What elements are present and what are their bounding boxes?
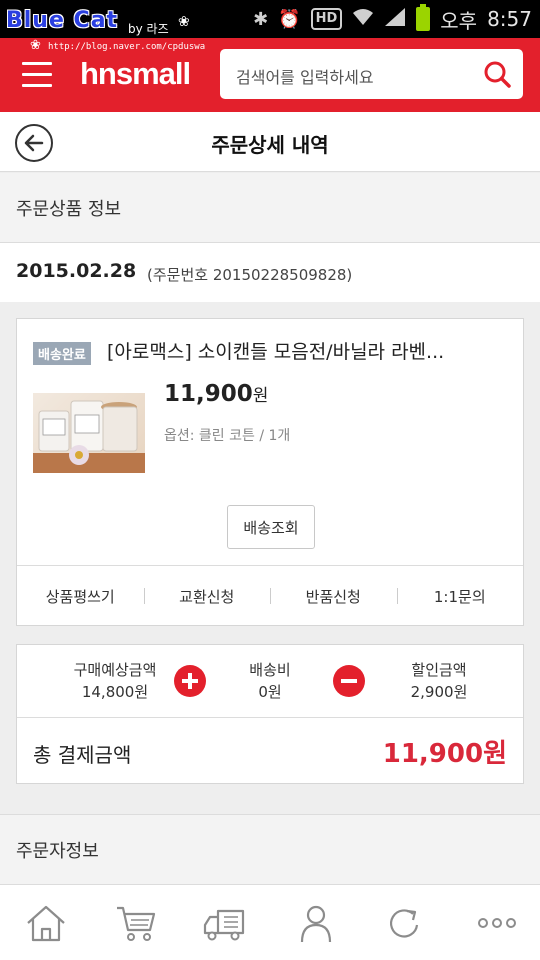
search-icon[interactable] — [483, 60, 511, 88]
product-section-label: 주문상품 정보 — [16, 199, 122, 220]
summary-breakdown: 구매예상금액 14,800원 배송비 0원 할인금액 2,900원 — [17, 645, 523, 718]
order-item-card: 배송완료 [아로맥스] 소이캔들 모음전/바닐라 라벤... 11,900원 옵… — [16, 318, 524, 626]
product-name[interactable]: [아로맥스] 소이캔들 모음전/바닐라 라벤... — [107, 337, 517, 364]
orderer-section-header[interactable]: 주문자정보 — [0, 814, 540, 884]
item-actions: 상품평쓰기 교환신청 반품신청 1:1문의 — [17, 565, 523, 626]
payment-summary: 구매예상금액 14,800원 배송비 0원 할인금액 2,900원 총 결제금액… — [16, 644, 524, 784]
price-value: 11,900 — [164, 381, 253, 407]
order-info-row: 2015.02.28 (주문번호 20150228509828) — [0, 242, 540, 302]
price-unit: 원 — [252, 386, 269, 406]
search-placeholder: 검색어를 입력하세요 — [236, 68, 374, 87]
plus-icon — [174, 665, 206, 697]
person-icon[interactable] — [294, 903, 338, 943]
expected-amount-label: 구매예상금액 — [73, 661, 157, 679]
refresh-icon[interactable] — [383, 903, 427, 943]
watermark-title: Blue Cat — [6, 8, 119, 33]
discount-amount-label: 할인금액 — [411, 661, 467, 679]
brand-logo[interactable]: hnsmall — [80, 56, 191, 92]
product-price: 11,900원 — [164, 381, 268, 407]
product-section-header: 주문상품 정보 — [0, 173, 540, 242]
clock-time: 8:57 — [487, 7, 532, 31]
total-label: 총 결제금액 — [33, 743, 132, 767]
cart-icon[interactable] — [114, 903, 158, 943]
status-icons: ✱ ⏰ HD 오후 8:57 — [253, 0, 532, 38]
write-review-button[interactable]: 상품평쓰기 — [17, 586, 144, 607]
menu-button[interactable] — [22, 62, 52, 88]
product-image[interactable] — [33, 393, 145, 473]
clock-ampm: 오후 — [440, 8, 478, 33]
discount-amount-value: 2,900원 — [410, 683, 468, 701]
status-bar: Blue Cat by 라즈 ❀ ✱ ⏰ HD 오후 8:57 — [0, 0, 540, 38]
watermark-url: http://blog.naver.com/cpduswa — [48, 42, 206, 52]
alarm-icon: ⏰ — [278, 8, 301, 30]
expected-amount: 구매예상금액 14,800원 — [51, 659, 179, 703]
shipping-fee: 배송비 0원 — [222, 659, 318, 703]
inquiry-button[interactable]: 1:1문의 — [396, 586, 524, 607]
status-badge: 배송완료 — [33, 342, 91, 365]
home-icon[interactable] — [24, 903, 68, 943]
signal-icon — [384, 7, 406, 32]
expected-amount-value: 14,800원 — [81, 683, 149, 701]
battery-icon — [416, 4, 431, 31]
bluetooth-icon: ✱ — [253, 8, 269, 30]
paw-icon: ❀ — [30, 38, 41, 53]
exchange-request-button[interactable]: 교환신청 — [143, 586, 271, 607]
wifi-icon — [352, 8, 374, 31]
shipping-fee-value: 0원 — [258, 683, 282, 701]
watermark-by: by 라즈 — [128, 22, 169, 36]
app-header: ❀ http://blog.naver.com/cpduswa hnsmall … — [0, 38, 540, 112]
total-value: 11,900원 — [382, 739, 507, 769]
truck-icon[interactable] — [202, 903, 246, 943]
discount-amount: 할인금액 2,900원 — [383, 659, 495, 703]
track-delivery-button[interactable]: 배송조회 — [227, 505, 315, 549]
search-input[interactable]: 검색어를 입력하세요 — [220, 49, 523, 99]
shipping-fee-label: 배송비 — [249, 661, 291, 679]
return-request-button[interactable]: 반품신청 — [270, 586, 397, 607]
page-title: 주문상세 내역 — [211, 133, 329, 157]
more-icon[interactable] — [475, 903, 519, 943]
title-bar: 주문상세 내역 — [0, 112, 540, 172]
bottom-nav — [0, 884, 540, 960]
paw-icon: ❀ — [178, 14, 190, 30]
minus-icon — [333, 665, 365, 697]
order-date: 2015.02.28 — [16, 260, 137, 282]
hd-badge: HD — [310, 8, 343, 30]
orderer-section-label: 주문자정보 — [16, 841, 99, 862]
order-number: (주문번호 20150228509828) — [147, 266, 353, 284]
product-option: 옵션: 클린 코튼 / 1개 — [164, 428, 291, 444]
